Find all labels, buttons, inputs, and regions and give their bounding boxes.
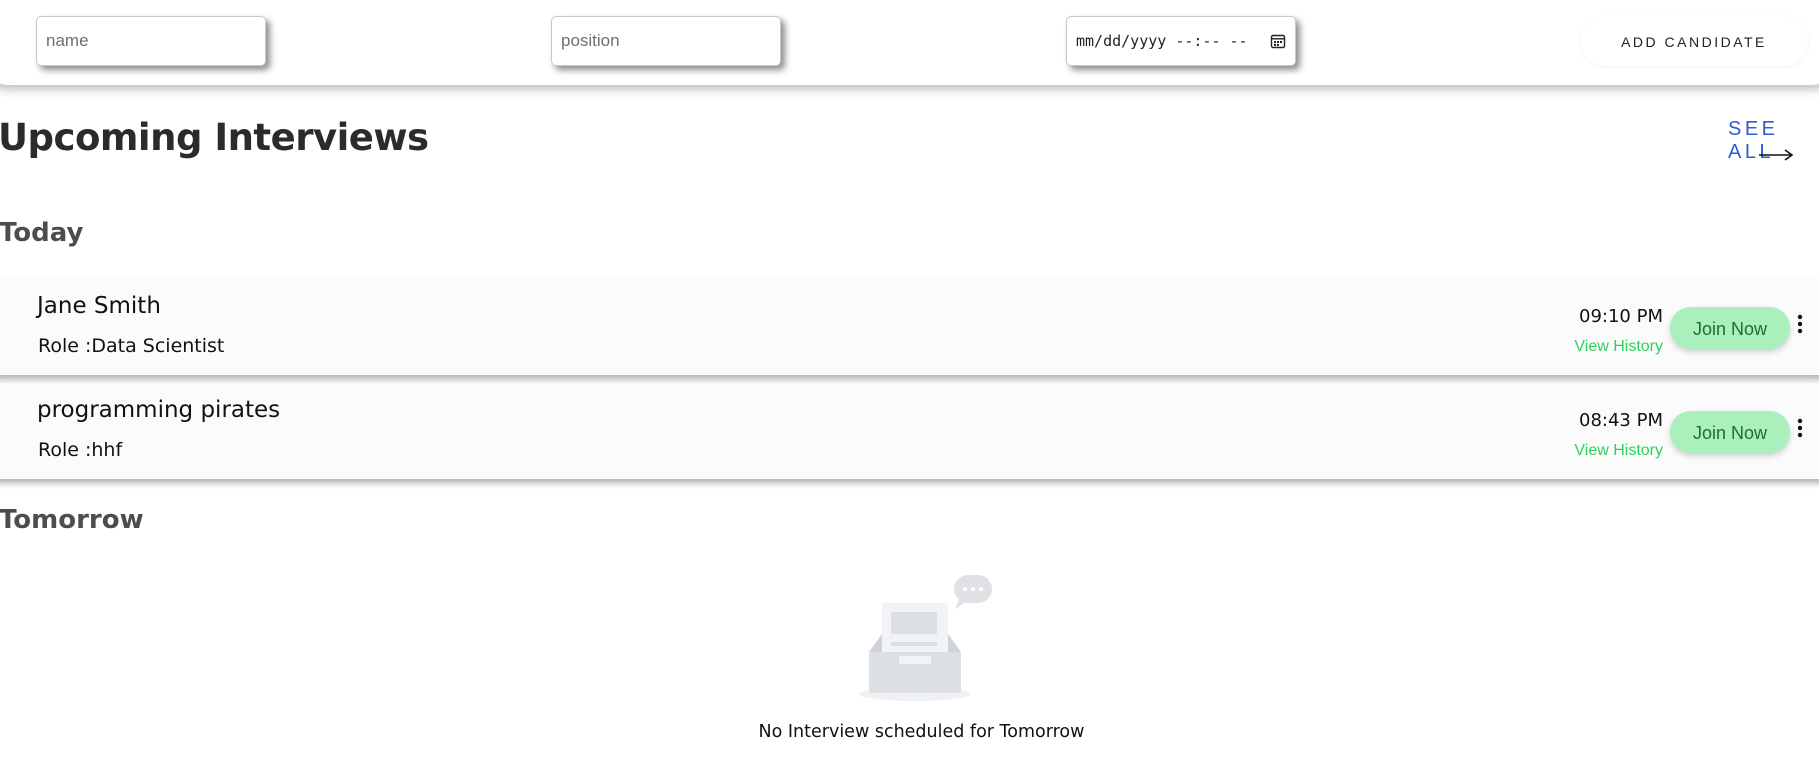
interview-datetime-input[interactable]: mm/dd/yyyy --:-- --	[1066, 16, 1296, 66]
join-now-button[interactable]: Join Now	[1670, 307, 1790, 349]
section-today-heading: Today	[0, 218, 84, 248]
interview-card: programming pirates Role :hhf 08:43 PM V…	[0, 383, 1819, 479]
add-candidate-bar	[0, 0, 1819, 85]
candidate-name: Jane Smith	[37, 293, 161, 319]
view-history-link[interactable]: View History	[1574, 442, 1663, 460]
interview-time: 08:43 PM	[1579, 410, 1663, 431]
interview-time: 09:10 PM	[1579, 306, 1663, 327]
interview-card: Jane Smith Role :Data Scientist 09:10 PM…	[0, 279, 1819, 375]
more-options-icon[interactable]	[1794, 417, 1806, 439]
candidate-role: Role :Data Scientist	[38, 335, 225, 357]
calendar-icon[interactable]	[1270, 33, 1286, 49]
datetime-placeholder: mm/dd/yyyy --:-- --	[1076, 32, 1248, 50]
section-tomorrow-heading: Tomorrow	[0, 505, 144, 535]
candidate-name: programming pirates	[37, 397, 281, 423]
candidate-role: Role :hhf	[38, 439, 123, 461]
empty-state-message: No Interview scheduled for Tomorrow	[758, 722, 1085, 742]
candidate-name-input[interactable]	[36, 16, 266, 66]
page-title: Upcoming Interviews	[0, 116, 429, 159]
candidate-position-input[interactable]	[551, 16, 781, 66]
more-options-icon[interactable]	[1794, 313, 1806, 335]
join-now-button[interactable]: Join Now	[1670, 411, 1790, 453]
arrow-right-icon[interactable]	[1758, 145, 1794, 165]
view-history-link[interactable]: View History	[1574, 338, 1663, 356]
add-candidate-button[interactable]: ADD CANDIDATE	[1580, 16, 1808, 66]
empty-inbox-icon	[859, 575, 992, 701]
